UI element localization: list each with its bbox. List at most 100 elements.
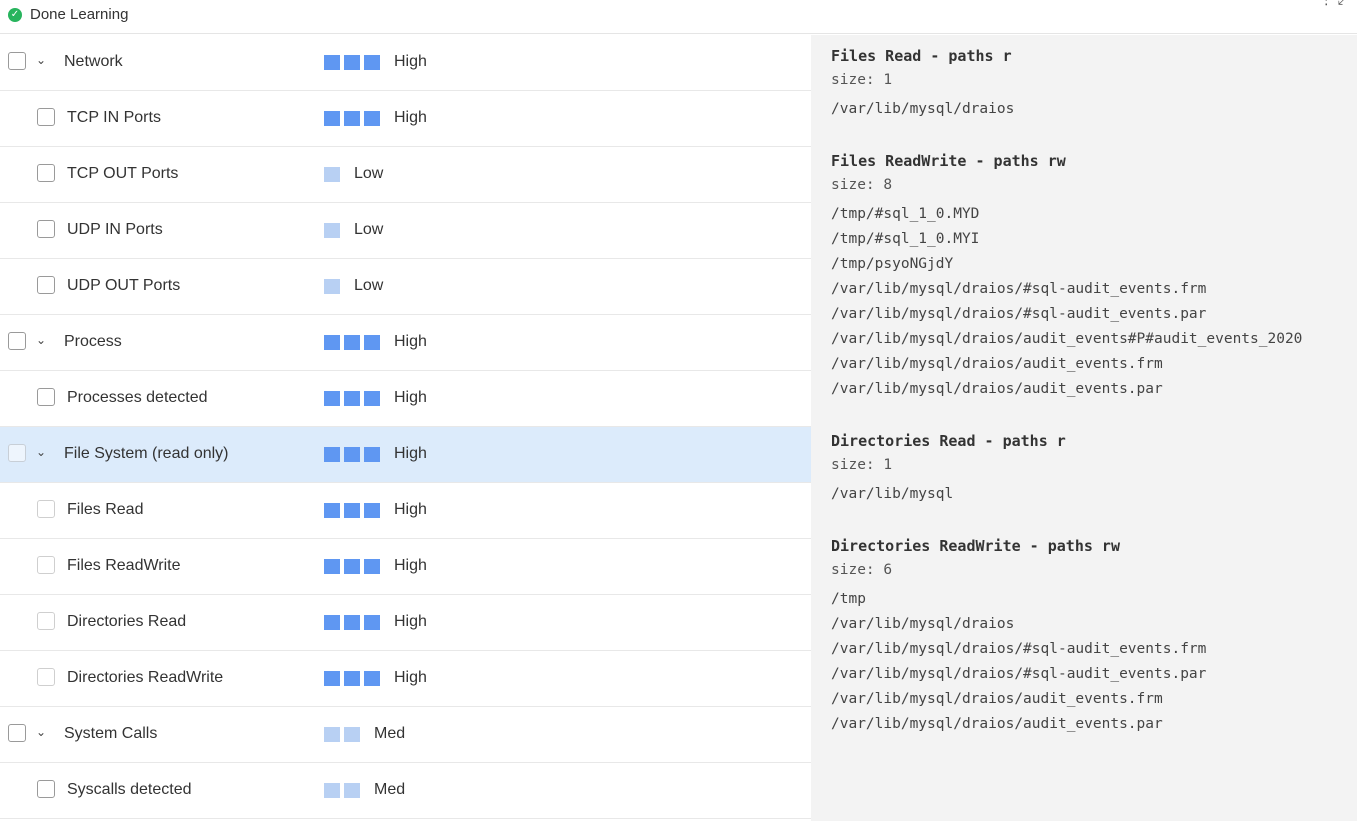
path-group-title: Directories ReadWrite - paths rw	[831, 537, 1120, 555]
row-label: Directories ReadWrite	[67, 669, 224, 686]
row-label: TCP OUT Ports	[67, 165, 179, 182]
path-item: /var/lib/mysql/draios	[831, 616, 1015, 632]
policy-category-list: ⌄ Network High TCP IN Ports High TCP OUT Port…	[0, 35, 811, 819]
row-checkbox[interactable]	[37, 668, 55, 686]
confidence-bar-icon	[364, 334, 380, 350]
confidence-meter: High	[324, 109, 427, 126]
status-bar: ✓ Done Learning ⋮ ⤢	[0, 0, 1357, 34]
category-row[interactable]: ⌄ Process High	[0, 315, 811, 371]
path-group: Directories Read - paths r size: 1/var/li…	[831, 432, 1357, 507]
confidence-meter: High	[324, 613, 427, 630]
row-checkbox[interactable]	[37, 220, 55, 238]
path-group-size: size: 8	[831, 177, 893, 193]
subcategory-row[interactable]: Directories Read High	[0, 595, 811, 651]
chevron-down-icon[interactable]: ⌄	[36, 725, 46, 739]
subcategory-row[interactable]: UDP IN Ports Low	[0, 203, 811, 259]
category-row[interactable]: ⌄ Network High	[0, 35, 811, 91]
confidence-bar-icon	[364, 502, 380, 518]
path-group-size: size: 1	[831, 72, 893, 88]
path-list: /tmp/#sql_1_0.MYD/tmp/#sql_1_0.MYI/tmp/p…	[831, 202, 1357, 402]
subcategory-row[interactable]: Processes detected High	[0, 371, 811, 427]
path-item: /tmp/psyoNGjdY	[831, 256, 954, 272]
path-group-size: size: 6	[831, 562, 893, 578]
path-item: /var/lib/mysql/draios/audit_events.par	[831, 716, 1163, 732]
row-label: Files Read	[67, 501, 144, 518]
confidence-bar-icon	[324, 782, 340, 798]
confidence-label: High	[394, 333, 427, 350]
confidence-label: High	[394, 53, 427, 70]
subcategory-row[interactable]: Syscalls detected Med	[0, 763, 811, 819]
window-controls[interactable]: ⋮ ⤢	[1319, 0, 1349, 8]
confidence-meter: Med	[324, 725, 406, 742]
row-checkbox[interactable]	[8, 332, 26, 350]
confidence-meter: High	[324, 669, 427, 686]
row-checkbox[interactable]	[37, 556, 55, 574]
path-item: /var/lib/mysql/draios/#sql-audit_events.…	[831, 666, 1207, 682]
confidence-meter: High	[324, 333, 427, 350]
check-circle-icon: ✓	[8, 8, 22, 22]
path-item: /tmp/#sql_1_0.MYI	[831, 231, 980, 247]
confidence-label: High	[394, 445, 427, 462]
path-group-size: size: 1	[831, 457, 893, 473]
row-label: Directories Read	[67, 613, 187, 630]
row-label: TCP IN Ports	[67, 109, 161, 126]
category-row[interactable]: ⌄ System Calls Med	[0, 707, 811, 763]
path-item: /var/lib/mysql/draios/#sql-audit_events.…	[831, 281, 1207, 297]
confidence-bar-icon	[324, 334, 340, 350]
confidence-bar-icon	[324, 222, 340, 238]
confidence-label: Low	[354, 277, 384, 294]
row-checkbox[interactable]	[8, 52, 26, 70]
row-checkbox[interactable]	[8, 444, 26, 462]
subcategory-row[interactable]: TCP OUT Ports Low	[0, 147, 811, 203]
subcategory-row[interactable]: Directories ReadWrite High	[0, 651, 811, 707]
row-label: UDP OUT Ports	[67, 277, 181, 294]
row-label: Files ReadWrite	[67, 557, 181, 574]
chevron-down-icon[interactable]: ⌄	[36, 53, 46, 67]
path-group: Files ReadWrite - paths rw size: 8/tmp/#s…	[831, 152, 1357, 402]
row-checkbox[interactable]	[37, 164, 55, 182]
chevron-down-icon[interactable]: ⌄	[36, 333, 46, 347]
path-item: /var/lib/mysql/draios/audit_events.frm	[831, 356, 1163, 372]
confidence-meter: Low	[324, 277, 384, 294]
confidence-bar-icon	[324, 110, 340, 126]
confidence-bar-icon	[324, 166, 340, 182]
confidence-bar-icon	[324, 278, 340, 294]
path-item: /var/lib/mysql/draios/audit_events.par	[831, 381, 1163, 397]
row-checkbox[interactable]	[37, 108, 55, 126]
row-checkbox[interactable]	[37, 500, 55, 518]
confidence-label: High	[394, 109, 427, 126]
row-label: UDP IN Ports	[67, 221, 163, 238]
row-checkbox[interactable]	[37, 388, 55, 406]
path-group-title: Directories Read - paths r	[831, 432, 1066, 450]
status-text: Done Learning	[30, 6, 129, 23]
path-item: /var/lib/mysql/draios/audit_events#P#aud…	[831, 331, 1303, 347]
confidence-bar-icon	[344, 110, 360, 126]
row-label: Syscalls detected	[67, 781, 192, 798]
confidence-bar-icon	[364, 614, 380, 630]
confidence-bar-icon	[344, 334, 360, 350]
subcategory-row[interactable]: TCP IN Ports High	[0, 91, 811, 147]
row-checkbox[interactable]	[37, 612, 55, 630]
confidence-bar-icon	[324, 614, 340, 630]
category-row[interactable]: ⌄ File System (read only) High	[0, 427, 811, 483]
path-item: /var/lib/mysql/draios/#sql-audit_events.…	[831, 641, 1207, 657]
subcategory-row[interactable]: Files ReadWrite High	[0, 539, 811, 595]
confidence-bar-icon	[324, 446, 340, 462]
row-checkbox[interactable]	[37, 780, 55, 798]
confidence-bar-icon	[344, 726, 360, 742]
confidence-meter: Low	[324, 165, 383, 182]
subcategory-row[interactable]: UDP OUT Ports Low	[0, 259, 811, 315]
confidence-bar-icon	[324, 54, 340, 70]
row-label: System Calls	[64, 725, 158, 742]
confidence-label: Med	[374, 725, 406, 742]
confidence-bar-icon	[364, 54, 380, 70]
path-group-title: Files ReadWrite - paths rw	[831, 152, 1066, 170]
path-list: /var/lib/mysql	[831, 482, 1357, 507]
subcategory-row[interactable]: Files Read High	[0, 483, 811, 539]
row-label: File System (read only)	[64, 445, 229, 462]
confidence-bar-icon	[324, 670, 340, 686]
confidence-label: High	[394, 389, 427, 406]
row-checkbox[interactable]	[8, 724, 26, 742]
chevron-down-icon[interactable]: ⌄	[36, 445, 46, 459]
row-checkbox[interactable]	[37, 276, 55, 294]
